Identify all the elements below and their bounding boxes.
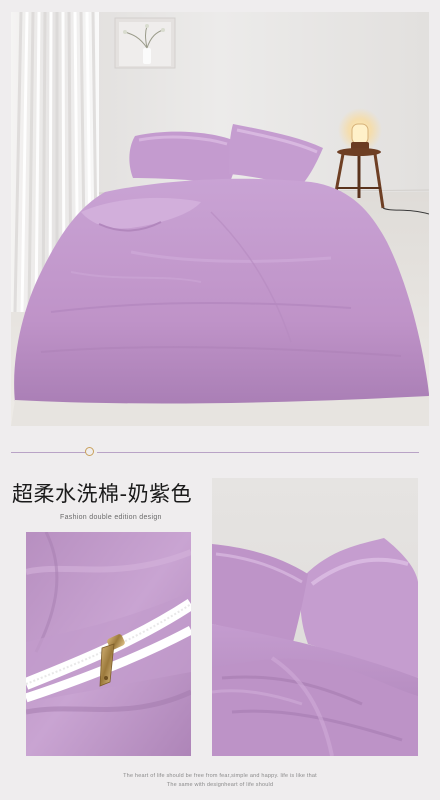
footer-text: The heart of life should be free from fe… <box>123 773 317 779</box>
product-subtitle: Fashion double edition design <box>60 514 162 521</box>
wall-niche-with-vase <box>114 17 176 69</box>
bed-closeup-photo <box>212 478 418 756</box>
zipper-detail-photo <box>26 532 191 756</box>
footer-text: The same with designheart of life should <box>166 782 274 788</box>
divider-line <box>11 452 86 453</box>
divider-dot-icon <box>85 447 94 456</box>
divider-line <box>97 452 419 453</box>
hero-bedroom-photo <box>11 12 429 426</box>
product-title: 超柔水洗棉-奶紫色 <box>12 482 193 506</box>
